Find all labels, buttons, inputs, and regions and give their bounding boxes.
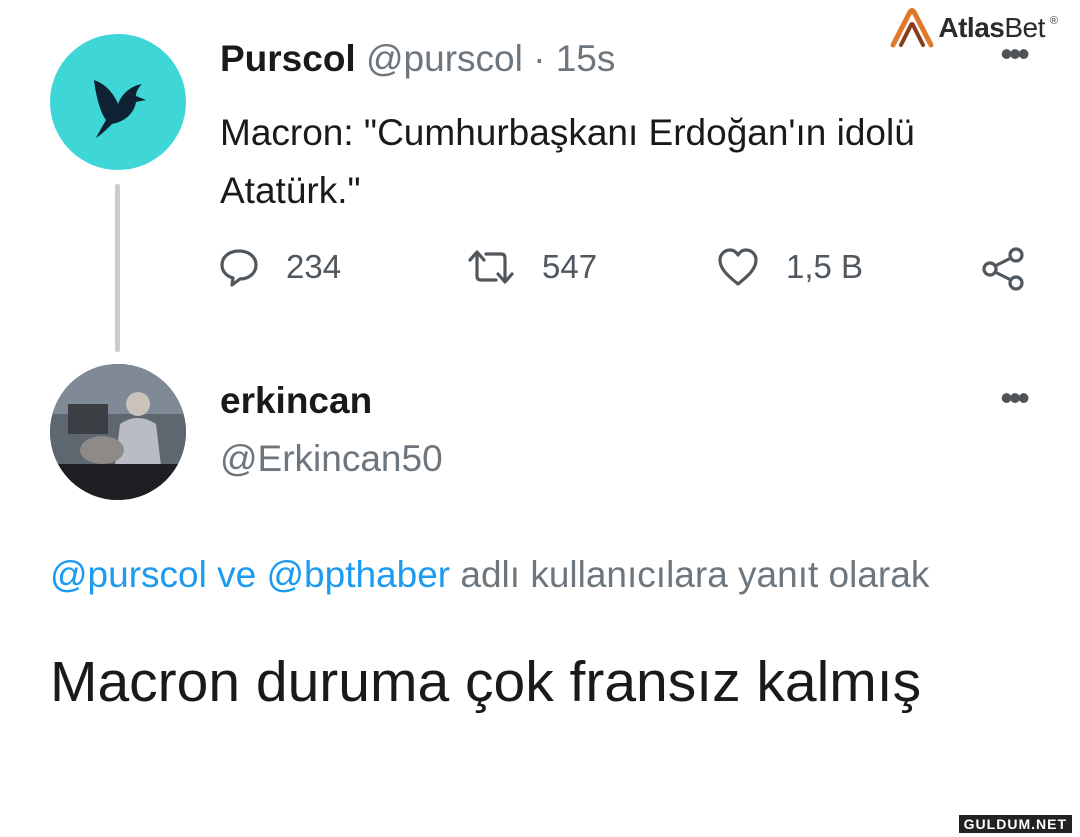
tweet2-handle[interactable]: @Erkincan50 xyxy=(220,438,443,480)
retweet-icon xyxy=(468,250,514,284)
share-icon xyxy=(982,247,1024,291)
tweet2-text: Macron duruma çok fransız kalmış xyxy=(50,650,922,714)
atlasbet-logo-icon xyxy=(890,8,934,48)
tweet1-action-bar: 234 547 1,5 B xyxy=(218,246,1038,296)
atlasbet-watermark: AtlasBet ® xyxy=(890,8,1058,48)
heart-icon xyxy=(718,248,758,286)
tweet1-timestamp[interactable]: 15s xyxy=(556,38,616,79)
tweet1-separator: · xyxy=(533,38,546,79)
like-count: 1,5 B xyxy=(786,248,864,285)
watermark-text: AtlasBet xyxy=(938,12,1045,43)
bird-logo-icon xyxy=(94,80,146,138)
tweet1-handle[interactable]: @purscol xyxy=(366,38,523,79)
tweet1-more-button[interactable]: ••• xyxy=(1000,36,1030,72)
replying-to-line: @purscol ve @bpthaber adlı kullanıcılara… xyxy=(50,554,929,596)
registered-mark: ® xyxy=(1049,15,1058,27)
reply-count: 234 xyxy=(286,248,342,285)
retweet-count: 547 xyxy=(542,248,598,285)
retweet-button[interactable]: 547 xyxy=(466,246,597,288)
purscol-avatar[interactable] xyxy=(50,34,186,170)
tweet2-more-button[interactable]: ••• xyxy=(1000,380,1030,416)
tweet1-header: Purscol @purscol · 15s xyxy=(220,38,615,80)
erkincan-avatar[interactable] xyxy=(50,364,186,500)
mention-conjunction: ve xyxy=(217,554,257,595)
thread-connector-line xyxy=(115,184,120,352)
mention-purscol[interactable]: @purscol xyxy=(50,554,207,595)
tweet1-display-name[interactable]: Purscol xyxy=(220,38,356,79)
reply-icon xyxy=(220,249,258,287)
reply-button[interactable]: 234 xyxy=(218,246,341,288)
share-button[interactable] xyxy=(980,246,1028,292)
profile-photo-icon xyxy=(50,364,186,500)
tweet1-text: Macron: "Cumhurbaşkanı Erdoğan'ın idolü … xyxy=(220,112,915,211)
reply-suffix: adlı kullanıcılara yanıt olarak xyxy=(460,554,930,595)
like-button[interactable]: 1,5 B xyxy=(716,246,863,288)
guldum-watermark: GULDUM.NET xyxy=(958,815,1072,833)
tweet2-display-name[interactable]: erkincan xyxy=(220,380,372,422)
mention-bpthaber[interactable]: @bpthaber xyxy=(266,554,450,595)
